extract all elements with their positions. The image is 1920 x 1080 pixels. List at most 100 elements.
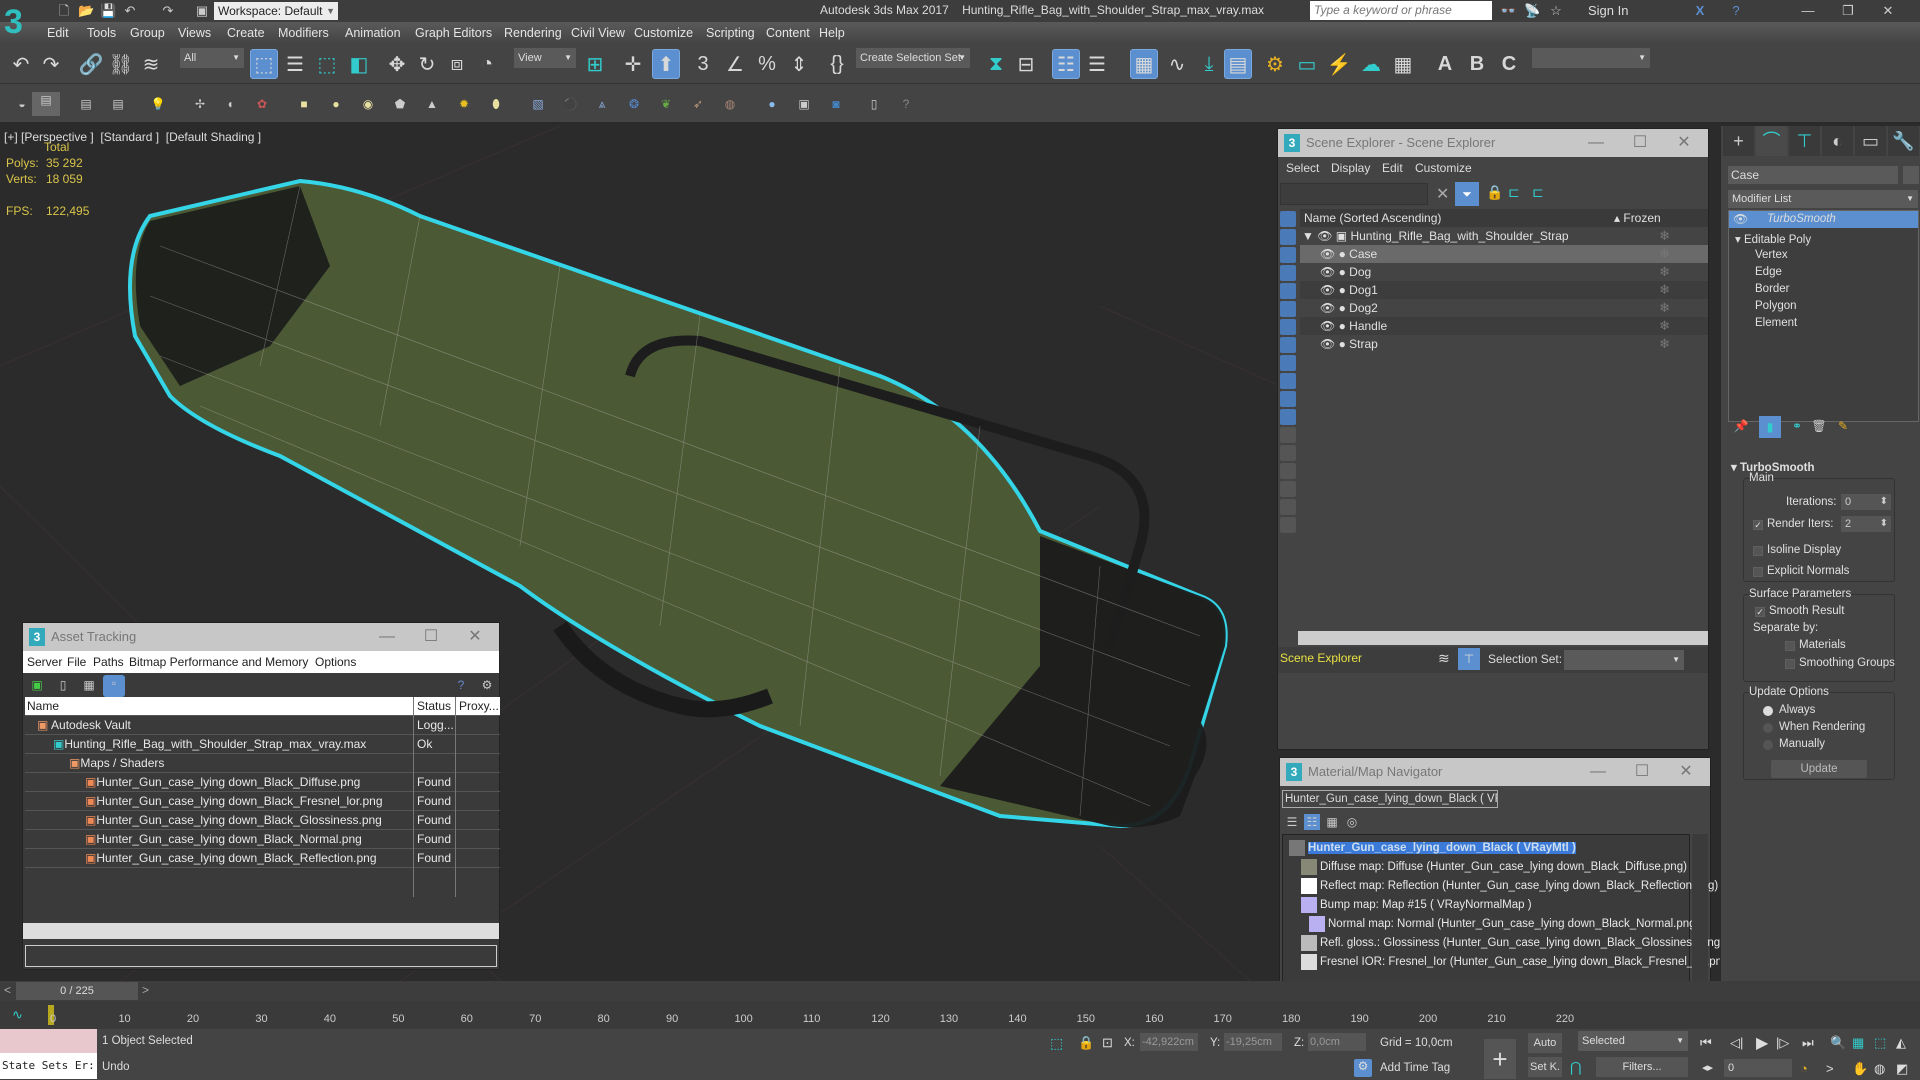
render-iters-checkbox[interactable]: ✓: [1753, 520, 1763, 530]
minimize-icon[interactable]: —: [1800, 3, 1816, 19]
filter-funnel-icon[interactable]: [1280, 481, 1296, 497]
egg-icon[interactable]: ⬮: [488, 96, 504, 112]
z-coordinate-field[interactable]: 0,0cm: [1308, 1033, 1366, 1051]
modifier-editable-poly[interactable]: ▾ Editable Poly: [1735, 232, 1811, 246]
binoculars-icon[interactable]: 👓: [1500, 3, 1516, 19]
display-shapes-icon[interactable]: [1280, 229, 1296, 245]
horizontal-scrollbar[interactable]: [1298, 631, 1708, 645]
maxscript-input[interactable]: State Sets Er:: [0, 1053, 97, 1079]
subobject-border[interactable]: Border: [1755, 283, 1790, 295]
asset-row[interactable]: ▣Hunter_Gun_case_lying down_Black_Glossi…: [25, 811, 500, 830]
window-crossing-icon[interactable]: ◧: [346, 50, 372, 78]
material-editor-icon[interactable]: ▤: [1224, 49, 1252, 79]
column-header-name[interactable]: Name: [25, 699, 59, 713]
render-gallery-icon[interactable]: ▦: [1390, 50, 1416, 78]
pan-icon[interactable]: >: [1826, 1061, 1834, 1076]
tree-row-strap[interactable]: 👁 ● Strap ❄: [1300, 335, 1708, 353]
asset-row[interactable]: ▣Hunter_Gun_case_lying down_Black_Diffus…: [25, 773, 500, 792]
create-tab-icon[interactable]: +: [1723, 126, 1754, 156]
view-list-icon[interactable]: ☰: [1284, 814, 1300, 830]
tree-row-dog[interactable]: 👁 ● Dog ❄: [1300, 263, 1708, 281]
refresh-icon[interactable]: ▣: [29, 677, 45, 693]
clear-icon[interactable]: ✕: [1436, 184, 1449, 204]
menu-rendering[interactable]: Rendering: [504, 26, 562, 40]
asset-row[interactable]: ▣Hunting_Rifle_Bag_with_Shoulder_Strap_m…: [25, 735, 500, 754]
menu-graph-editors[interactable]: Graph Editors: [415, 26, 492, 40]
close-icon[interactable]: ✕: [1664, 758, 1708, 786]
tower-icon[interactable]: ⩓: [594, 96, 610, 112]
undo-icon[interactable]: ↶: [122, 3, 138, 19]
display-invert-icon[interactable]: [1280, 463, 1296, 479]
set-key-button[interactable]: Set K.: [1528, 1057, 1562, 1077]
workspace-dropdown[interactable]: Workspace: Default ▼: [214, 2, 338, 20]
tree-row-case[interactable]: 👁 ● Case ❄: [1300, 245, 1708, 263]
rectangular-selection-icon[interactable]: ⬚: [314, 50, 340, 78]
select-object-icon[interactable]: ⬚: [250, 49, 278, 79]
display-xrefs-icon[interactable]: [1280, 337, 1296, 353]
teapot-icon[interactable]: ◒: [14, 96, 30, 112]
render-setup-icon[interactable]: ⚙: [1262, 50, 1288, 78]
asset-row[interactable]: ▣Hunter_Gun_case_lying down_Black_Fresne…: [25, 792, 500, 811]
pin-stack-icon[interactable]: 📌: [1733, 418, 1749, 434]
iterations-spinner[interactable]: 0: [1841, 494, 1891, 510]
menu-select[interactable]: Select: [1286, 161, 1319, 175]
frozen-toggle-icon[interactable]: ❄: [1659, 299, 1670, 317]
schematic-view-icon[interactable]: ⤓: [1196, 50, 1222, 78]
maximize-icon[interactable]: ☐: [409, 623, 453, 651]
menu-group[interactable]: Group: [130, 26, 165, 40]
tree-row-dog2[interactable]: 👁 ● Dog2 ❄: [1300, 299, 1708, 317]
eye-icon[interactable]: 👁: [1733, 212, 1748, 226]
bind-space-warp-icon[interactable]: ≋: [138, 50, 164, 78]
selection-set-dropdown[interactable]: [1564, 650, 1684, 670]
display-geometry-icon[interactable]: [1280, 211, 1296, 227]
bone-icon[interactable]: ⚫: [562, 96, 578, 112]
zoom-extents-icon[interactable]: ⬚: [1874, 1035, 1886, 1051]
orbit-icon[interactable]: ◍: [1874, 1061, 1885, 1077]
named-selection-dropdown[interactable]: Create Selection Set: [856, 48, 970, 68]
list-icon[interactable]: ▤: [78, 96, 94, 112]
mirror-icon[interactable]: ⧗: [984, 50, 1008, 78]
cone-icon[interactable]: ▲: [424, 96, 440, 112]
find-input[interactable]: [1280, 183, 1428, 205]
time-config-icon[interactable]: ◔: [1800, 1061, 1808, 1076]
geosphere-icon[interactable]: ◉: [360, 96, 376, 112]
menu-modifiers[interactable]: Modifiers: [278, 26, 329, 40]
x-coordinate-field[interactable]: -42,922cm: [1140, 1033, 1198, 1051]
auto-key-button[interactable]: Auto: [1528, 1033, 1562, 1053]
close-icon[interactable]: ✕: [1662, 129, 1706, 157]
link-icon[interactable]: 🔗: [78, 50, 104, 78]
tray-icon[interactable]: [1280, 517, 1296, 533]
table-icon[interactable]: ▦: [81, 677, 97, 693]
rock-icon[interactable]: ◍: [722, 96, 738, 112]
show-end-result-icon[interactable]: ▮: [1759, 416, 1781, 438]
update-button[interactable]: Update: [1771, 760, 1867, 778]
utilities-tab-icon[interactable]: 🔧: [1888, 126, 1919, 156]
menu-content[interactable]: Content: [766, 26, 810, 40]
go-to-end-icon[interactable]: ⏭: [1802, 1035, 1814, 1051]
exchange-icon[interactable]: X: [1692, 3, 1708, 19]
frozen-toggle-icon[interactable]: ❄: [1659, 245, 1670, 263]
time-slider[interactable]: 0 / 225: [16, 982, 138, 1000]
maximize-icon[interactable]: ☐: [1618, 129, 1662, 157]
selection-filter-dropdown[interactable]: All: [180, 48, 244, 68]
display-bones-icon[interactable]: [1280, 355, 1296, 371]
lock-icon[interactable]: 🔒: [1486, 184, 1503, 201]
hierarchy-icon[interactable]: ⊏: [1508, 184, 1520, 201]
menu-create[interactable]: Create: [227, 26, 265, 40]
unlink-icon[interactable]: ⛓: [108, 50, 134, 78]
previous-frame-icon[interactable]: ◁|: [1730, 1035, 1743, 1051]
curve-editor-icon[interactable]: ∿: [1164, 50, 1190, 78]
display-none-icon[interactable]: [1280, 445, 1296, 461]
visibility-eye-icon[interactable]: 👁 ●: [1300, 283, 1346, 297]
close-icon[interactable]: ✕: [453, 623, 497, 651]
app-logo-icon[interactable]: 3: [4, 2, 42, 42]
map-row[interactable]: Refl. gloss.: Glossiness (Hunter_Gun_cas…: [1301, 934, 1724, 953]
display-hidden-icon[interactable]: [1280, 409, 1296, 425]
current-material-field[interactable]: Hunter_Gun_case_lying_down_Black ( VRayM: [1282, 790, 1498, 808]
set-key-big-button[interactable]: +: [1484, 1039, 1516, 1079]
layer-icon[interactable]: ◙: [828, 96, 844, 112]
tree-row-dog1[interactable]: 👁 ● Dog1 ❄: [1300, 281, 1708, 299]
vertical-scrollbar[interactable]: [1692, 834, 1708, 1000]
hand-pan-icon[interactable]: ✋: [1852, 1061, 1868, 1077]
menu-views[interactable]: Views: [178, 26, 211, 40]
